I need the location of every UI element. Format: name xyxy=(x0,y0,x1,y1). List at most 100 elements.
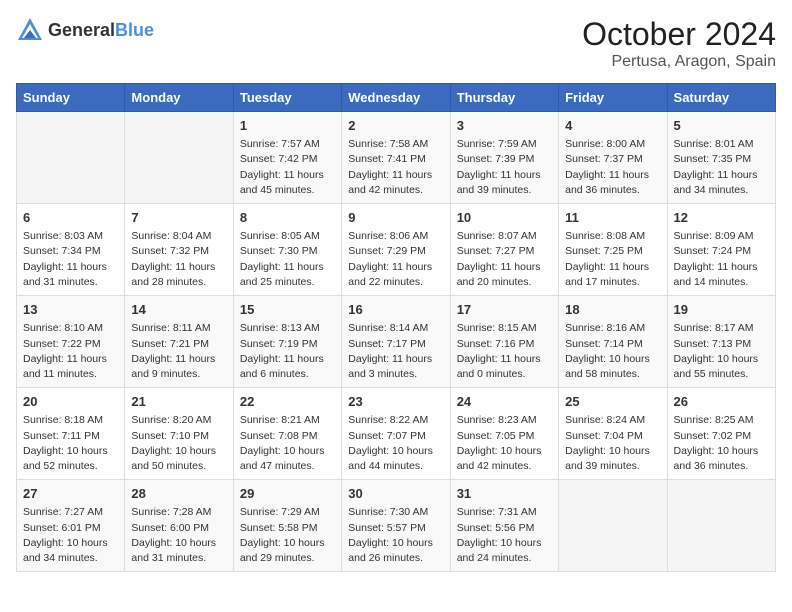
day-info: Sunrise: 8:20 AM Sunset: 7:10 PM Dayligh… xyxy=(131,413,226,474)
day-number: 5 xyxy=(674,117,769,135)
day-info: Sunrise: 8:11 AM Sunset: 7:21 PM Dayligh… xyxy=(131,321,226,382)
weekday-header-monday: Monday xyxy=(125,84,233,112)
calendar-cell: 14 Sunrise: 8:11 AM Sunset: 7:21 PM Dayli… xyxy=(125,296,233,388)
day-info: Sunrise: 8:16 AM Sunset: 7:14 PM Dayligh… xyxy=(565,321,660,382)
calendar-cell: 26 Sunrise: 8:25 AM Sunset: 7:02 PM Dayli… xyxy=(667,388,775,480)
calendar-cell: 10 Sunrise: 8:07 AM Sunset: 7:27 PM Dayli… xyxy=(450,204,558,296)
page-header: General Blue October 2024 Pertusa, Arago… xyxy=(16,16,776,71)
weekday-header-wednesday: Wednesday xyxy=(342,84,450,112)
calendar-cell: 15Sunrise: 8:13 AM Sunset: 7:19 PM Dayli… xyxy=(233,296,341,388)
calendar-cell: 29 Sunrise: 7:29 AM Sunset: 5:58 PM Dayli… xyxy=(233,480,341,572)
calendar-cell: 7 Sunrise: 8:04 AM Sunset: 7:32 PM Daylig… xyxy=(125,204,233,296)
calendar-cell: 4 Sunrise: 8:00 AM Sunset: 7:37 PM Daylig… xyxy=(559,112,667,204)
day-number: 14 xyxy=(131,301,226,319)
day-number: 7 xyxy=(131,209,226,227)
calendar-cell: 25Sunrise: 8:24 AM Sunset: 7:04 PM Dayli… xyxy=(559,388,667,480)
weekday-header-friday: Friday xyxy=(559,84,667,112)
week-row-3: 13Sunrise: 8:10 AM Sunset: 7:22 PM Dayli… xyxy=(17,296,776,388)
title-block: October 2024 Pertusa, Aragon, Spain xyxy=(582,16,776,71)
logo-text: General Blue xyxy=(48,21,154,39)
logo-general: General xyxy=(48,21,115,39)
weekday-header-saturday: Saturday xyxy=(667,84,775,112)
logo: General Blue xyxy=(16,16,154,44)
day-info: Sunrise: 8:18 AM Sunset: 7:11 PM Dayligh… xyxy=(23,413,118,474)
day-number: 18 xyxy=(565,301,660,319)
logo-blue: Blue xyxy=(115,21,154,39)
calendar-cell: 8 Sunrise: 8:05 AM Sunset: 7:30 PM Daylig… xyxy=(233,204,341,296)
day-info: Sunrise: 7:57 AM Sunset: 7:42 PM Dayligh… xyxy=(240,137,335,198)
week-row-2: 6 Sunrise: 8:03 AM Sunset: 7:34 PM Daylig… xyxy=(17,204,776,296)
calendar-cell: 21 Sunrise: 8:20 AM Sunset: 7:10 PM Dayli… xyxy=(125,388,233,480)
calendar-cell xyxy=(125,112,233,204)
day-number: 31 xyxy=(457,485,552,503)
day-info: Sunrise: 8:15 AM Sunset: 7:16 PM Dayligh… xyxy=(457,321,552,382)
calendar-cell: 30Sunrise: 7:30 AM Sunset: 5:57 PM Dayli… xyxy=(342,480,450,572)
day-number: 29 xyxy=(240,485,335,503)
calendar-cell: 31 Sunrise: 7:31 AM Sunset: 5:56 PM Dayli… xyxy=(450,480,558,572)
day-number: 9 xyxy=(348,209,443,227)
calendar-cell: 2Sunrise: 7:58 AM Sunset: 7:41 PM Daylig… xyxy=(342,112,450,204)
day-number: 24 xyxy=(457,393,552,411)
day-number: 6 xyxy=(23,209,118,227)
day-info: Sunrise: 7:29 AM Sunset: 5:58 PM Dayligh… xyxy=(240,505,335,566)
day-info: Sunrise: 8:05 AM Sunset: 7:30 PM Dayligh… xyxy=(240,229,335,290)
weekday-header-sunday: Sunday xyxy=(17,84,125,112)
calendar-cell: 18 Sunrise: 8:16 AM Sunset: 7:14 PM Dayli… xyxy=(559,296,667,388)
day-number: 11 xyxy=(565,209,660,227)
calendar-cell: 22 Sunrise: 8:21 AM Sunset: 7:08 PM Dayli… xyxy=(233,388,341,480)
calendar-cell xyxy=(17,112,125,204)
day-number: 23 xyxy=(348,393,443,411)
day-info: Sunrise: 8:03 AM Sunset: 7:34 PM Dayligh… xyxy=(23,229,118,290)
calendar-cell: 28 Sunrise: 7:28 AM Sunset: 6:00 PM Dayli… xyxy=(125,480,233,572)
week-row-5: 27 Sunrise: 7:27 AM Sunset: 6:01 PM Dayli… xyxy=(17,480,776,572)
calendar-cell: 3Sunrise: 7:59 AM Sunset: 7:39 PM Daylig… xyxy=(450,112,558,204)
day-info: Sunrise: 7:27 AM Sunset: 6:01 PM Dayligh… xyxy=(23,505,118,566)
calendar-cell: 23 Sunrise: 8:22 AM Sunset: 7:07 PM Dayli… xyxy=(342,388,450,480)
day-number: 8 xyxy=(240,209,335,227)
day-info: Sunrise: 8:04 AM Sunset: 7:32 PM Dayligh… xyxy=(131,229,226,290)
page-title: October 2024 xyxy=(582,16,776,53)
day-info: Sunrise: 8:21 AM Sunset: 7:08 PM Dayligh… xyxy=(240,413,335,474)
calendar-cell: 9 Sunrise: 8:06 AM Sunset: 7:29 PM Daylig… xyxy=(342,204,450,296)
day-info: Sunrise: 8:10 AM Sunset: 7:22 PM Dayligh… xyxy=(23,321,118,382)
day-info: Sunrise: 8:00 AM Sunset: 7:37 PM Dayligh… xyxy=(565,137,660,198)
day-number: 2 xyxy=(348,117,443,135)
day-info: Sunrise: 8:25 AM Sunset: 7:02 PM Dayligh… xyxy=(674,413,769,474)
day-info: Sunrise: 8:22 AM Sunset: 7:07 PM Dayligh… xyxy=(348,413,443,474)
day-number: 28 xyxy=(131,485,226,503)
day-info: Sunrise: 7:28 AM Sunset: 6:00 PM Dayligh… xyxy=(131,505,226,566)
calendar-cell: 19 Sunrise: 8:17 AM Sunset: 7:13 PM Dayli… xyxy=(667,296,775,388)
calendar-cell: 20Sunrise: 8:18 AM Sunset: 7:11 PM Dayli… xyxy=(17,388,125,480)
day-info: Sunrise: 8:17 AM Sunset: 7:13 PM Dayligh… xyxy=(674,321,769,382)
day-number: 21 xyxy=(131,393,226,411)
day-info: Sunrise: 7:59 AM Sunset: 7:39 PM Dayligh… xyxy=(457,137,552,198)
calendar-cell: 27 Sunrise: 7:27 AM Sunset: 6:01 PM Dayli… xyxy=(17,480,125,572)
day-info: Sunrise: 8:07 AM Sunset: 7:27 PM Dayligh… xyxy=(457,229,552,290)
calendar-cell xyxy=(667,480,775,572)
day-number: 26 xyxy=(674,393,769,411)
day-number: 27 xyxy=(23,485,118,503)
day-info: Sunrise: 8:08 AM Sunset: 7:25 PM Dayligh… xyxy=(565,229,660,290)
day-info: Sunrise: 8:01 AM Sunset: 7:35 PM Dayligh… xyxy=(674,137,769,198)
week-row-4: 20Sunrise: 8:18 AM Sunset: 7:11 PM Dayli… xyxy=(17,388,776,480)
calendar-cell: 1 Sunrise: 7:57 AM Sunset: 7:42 PM Daylig… xyxy=(233,112,341,204)
day-info: Sunrise: 7:30 AM Sunset: 5:57 PM Dayligh… xyxy=(348,505,443,566)
calendar-cell xyxy=(559,480,667,572)
calendar-table: SundayMondayTuesdayWednesdayThursdayFrid… xyxy=(16,83,776,572)
day-info: Sunrise: 8:23 AM Sunset: 7:05 PM Dayligh… xyxy=(457,413,552,474)
day-number: 10 xyxy=(457,209,552,227)
day-number: 22 xyxy=(240,393,335,411)
weekday-header-thursday: Thursday xyxy=(450,84,558,112)
day-info: Sunrise: 7:31 AM Sunset: 5:56 PM Dayligh… xyxy=(457,505,552,566)
logo-icon xyxy=(16,16,44,44)
calendar-cell: 6 Sunrise: 8:03 AM Sunset: 7:34 PM Daylig… xyxy=(17,204,125,296)
calendar-cell: 5 Sunrise: 8:01 AM Sunset: 7:35 PM Daylig… xyxy=(667,112,775,204)
day-info: Sunrise: 8:24 AM Sunset: 7:04 PM Dayligh… xyxy=(565,413,660,474)
day-info: Sunrise: 8:06 AM Sunset: 7:29 PM Dayligh… xyxy=(348,229,443,290)
day-number: 4 xyxy=(565,117,660,135)
day-number: 17 xyxy=(457,301,552,319)
day-number: 1 xyxy=(240,117,335,135)
day-info: Sunrise: 8:09 AM Sunset: 7:24 PM Dayligh… xyxy=(674,229,769,290)
day-number: 12 xyxy=(674,209,769,227)
day-number: 19 xyxy=(674,301,769,319)
